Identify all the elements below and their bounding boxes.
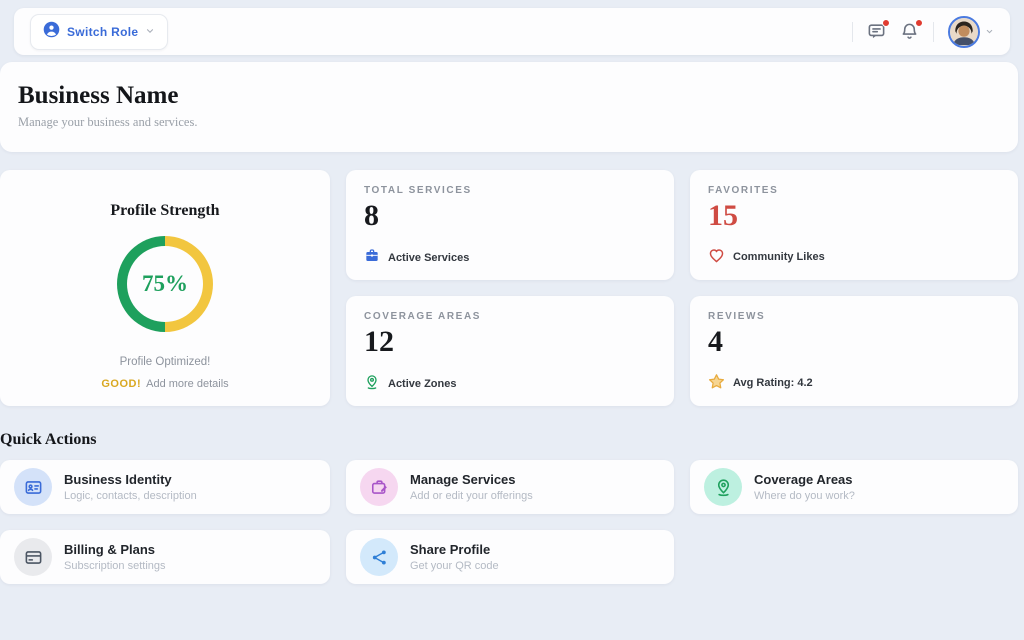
page-header: Business Name Manage your business and s… xyxy=(0,62,1018,152)
credit-card-icon xyxy=(14,538,52,576)
hint-text: Add more details xyxy=(146,378,229,390)
map-pin-icon xyxy=(364,374,380,393)
divider xyxy=(933,22,934,42)
quick-actions-section: Business Identity Logic, contacts, descr… xyxy=(0,460,1018,584)
stat-card-coverage-areas: COVERAGE AREAS 12 Active Zones xyxy=(346,296,674,406)
stat-label: FAVORITES xyxy=(708,185,1000,196)
quick-actions-title: Quick Actions xyxy=(0,431,96,449)
stat-footer-label: Active Services xyxy=(388,252,469,264)
quick-action-title: Share Profile xyxy=(410,542,499,557)
notification-badge xyxy=(915,19,923,27)
stat-label: REVIEWS xyxy=(708,311,1000,322)
divider xyxy=(852,22,853,42)
stat-footer-label: Active Zones xyxy=(388,378,456,390)
heart-icon xyxy=(708,247,725,267)
avatar xyxy=(948,16,980,48)
stat-card-favorites: FAVORITES 15 Community Likes xyxy=(690,170,1018,280)
id-card-icon xyxy=(14,468,52,506)
quick-action-subtitle: Get your QR code xyxy=(410,560,499,572)
stat-value: 12 xyxy=(364,327,656,357)
quick-action-coverage-areas[interactable]: Coverage Areas Where do you work? xyxy=(690,460,1018,514)
briefcase-icon xyxy=(364,248,380,267)
profile-strength-title: Profile Strength xyxy=(110,202,219,220)
bell-icon[interactable] xyxy=(900,22,919,41)
status-badge: GOOD! xyxy=(101,378,141,390)
stat-card-total-services: TOTAL SERVICES 8 Active Services xyxy=(346,170,674,280)
profile-strength-donut: 75% xyxy=(117,236,213,332)
profile-strength-card: Profile Strength 75% Profile Optimized! … xyxy=(0,170,330,406)
stat-footer-label: Avg Rating: 4.2 xyxy=(733,377,813,389)
profile-status-text: Profile Optimized! xyxy=(120,356,211,368)
quick-action-title: Coverage Areas xyxy=(754,472,855,487)
quick-action-title: Business Identity xyxy=(64,472,197,487)
messages-icon[interactable] xyxy=(867,22,886,41)
stat-card-reviews: REVIEWS 4 Avg Rating: 4.2 xyxy=(690,296,1018,406)
stat-label: TOTAL SERVICES xyxy=(364,185,656,196)
quick-action-business-identity[interactable]: Business Identity Logic, contacts, descr… xyxy=(0,460,330,514)
notification-badge xyxy=(882,19,890,27)
profile-hint-text: GOOD! Add more details xyxy=(101,378,228,390)
map-pin-icon xyxy=(704,468,742,506)
quick-action-share-profile[interactable]: Share Profile Get your QR code xyxy=(346,530,674,584)
stat-value: 15 xyxy=(708,201,1000,231)
page-subtitle: Manage your business and services. xyxy=(18,115,1018,130)
quick-action-title: Manage Services xyxy=(410,472,533,487)
switch-role-button[interactable]: Switch Role xyxy=(30,14,168,50)
quick-action-subtitle: Where do you work? xyxy=(754,490,855,502)
quick-action-manage-services[interactable]: Manage Services Add or edit your offerin… xyxy=(346,460,674,514)
stat-value: 8 xyxy=(364,201,656,231)
chevron-down-icon xyxy=(985,23,994,41)
page-title: Business Name xyxy=(18,82,1018,110)
top-bar: Switch Role xyxy=(14,8,1010,55)
chevron-down-icon xyxy=(145,23,155,41)
user-circle-icon xyxy=(43,21,60,43)
switch-role-label: Switch Role xyxy=(67,25,138,39)
stat-footer-label: Community Likes xyxy=(733,251,825,263)
share-icon xyxy=(360,538,398,576)
briefcase-edit-icon xyxy=(360,468,398,506)
stat-label: COVERAGE AREAS xyxy=(364,311,656,322)
quick-action-title: Billing & Plans xyxy=(64,542,166,557)
quick-action-subtitle: Logic, contacts, description xyxy=(64,490,197,502)
stat-value: 4 xyxy=(708,327,1000,357)
quick-action-billing-plans[interactable]: Billing & Plans Subscription settings xyxy=(0,530,330,584)
quick-action-subtitle: Add or edit your offerings xyxy=(410,490,533,502)
donut-percent-label: 75% xyxy=(117,236,213,332)
star-icon xyxy=(708,373,725,393)
stats-section: Profile Strength 75% Profile Optimized! … xyxy=(0,170,1018,406)
profile-menu[interactable] xyxy=(948,16,994,48)
topbar-right-cluster xyxy=(852,16,994,48)
quick-action-subtitle: Subscription settings xyxy=(64,560,166,572)
